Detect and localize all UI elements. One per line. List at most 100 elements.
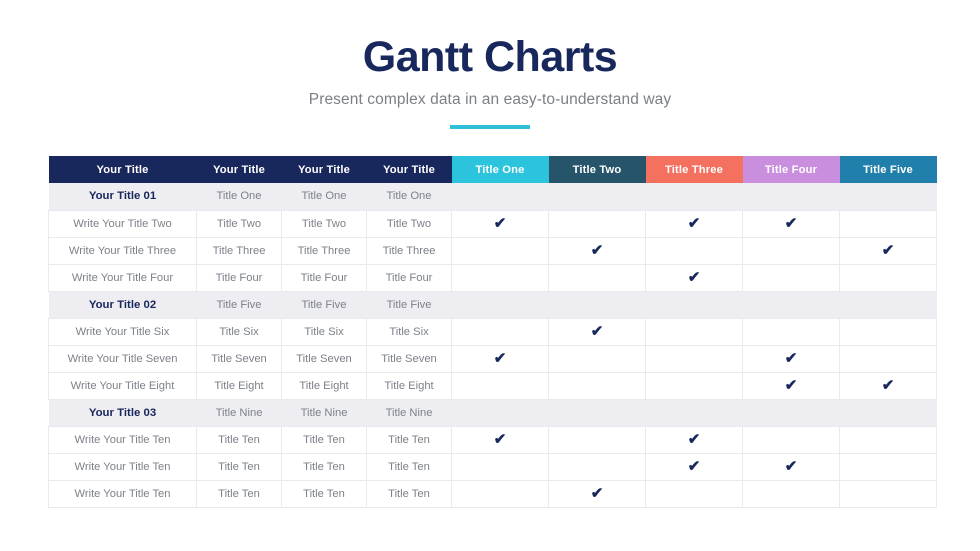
column-header-9[interactable]: Title Five [839,156,937,183]
empty-cell[interactable]: ✔ [645,291,743,319]
table-row[interactable]: Write Your Title Seven Title Seven Title S… [48,345,937,373]
empty-cell[interactable]: ✔ [548,345,646,373]
slide-root: Gantt Charts Present complex data in an … [0,0,980,551]
empty-cell[interactable]: ✔ [645,399,743,427]
empty-cell[interactable]: ✔ [839,399,937,427]
empty-cell[interactable]: ✔ [742,183,840,211]
checkmark-cell[interactable]: ✔ [645,426,743,454]
empty-cell[interactable]: ✔ [742,318,840,346]
column-header-8[interactable]: Title Four [742,156,840,183]
empty-cell[interactable]: ✔ [839,453,937,481]
checkmark-cell[interactable]: ✔ [548,318,646,346]
empty-cell[interactable]: ✔ [839,291,937,319]
check-icon: ✔ [590,242,604,259]
checkmark-cell[interactable]: ✔ [839,372,937,400]
check-icon: ✔ [784,215,798,232]
empty-cell[interactable]: ✔ [645,480,743,508]
group-label: Your Title 03 [48,399,197,427]
empty-cell[interactable]: ✔ [645,183,743,211]
checkmark-cell[interactable]: ✔ [645,453,743,481]
empty-cell[interactable]: ✔ [548,399,646,427]
empty-cell[interactable]: ✔ [742,237,840,265]
table-row[interactable]: Write Your Title Ten Title Ten Title Ten Ti… [48,426,937,454]
empty-cell[interactable]: ✔ [548,210,646,238]
empty-cell[interactable]: ✔ [548,183,646,211]
table-group-row[interactable]: Your Title 02 Title Five Title Five Title F… [48,291,937,319]
row-text-cell: Title One [196,183,282,211]
empty-cell[interactable]: ✔ [645,345,743,373]
empty-cell[interactable]: ✔ [839,480,937,508]
checkmark-cell[interactable]: ✔ [839,237,937,265]
empty-cell[interactable]: ✔ [839,318,937,346]
empty-cell[interactable]: ✔ [742,426,840,454]
checkmark-cell[interactable]: ✔ [548,480,646,508]
checkmark-cell[interactable]: ✔ [645,264,743,292]
column-header-4[interactable]: Your Title [366,156,452,183]
column-header-2[interactable]: Your Title [196,156,282,183]
empty-cell[interactable]: ✔ [839,426,937,454]
checkmark-cell[interactable]: ✔ [451,426,549,454]
checkmark-cell[interactable]: ✔ [548,237,646,265]
checkmark-cell[interactable]: ✔ [742,345,840,373]
empty-cell[interactable]: ✔ [548,372,646,400]
gantt-table: Your Title Your Title Your Title Your Title… [48,156,937,508]
empty-cell[interactable]: ✔ [742,264,840,292]
table-group-row[interactable]: Your Title 03 Title Nine Title Nine Title N… [48,399,937,427]
empty-cell[interactable]: ✔ [742,480,840,508]
empty-cell[interactable]: ✔ [451,291,549,319]
table-group-row[interactable]: Your Title 01 Title One Title One Title One… [48,183,937,211]
table-row[interactable]: Write Your Title Two Title Two Title Two Ti… [48,210,937,238]
empty-cell[interactable]: ✔ [645,237,743,265]
check-icon: ✔ [687,458,701,475]
empty-cell[interactable]: ✔ [451,453,549,481]
empty-cell[interactable]: ✔ [839,210,937,238]
empty-cell[interactable]: ✔ [839,345,937,373]
empty-cell[interactable]: ✔ [645,318,743,346]
row-text-cell: Title Six [366,318,452,346]
row-text-cell: Title One [281,183,367,211]
checkmark-cell[interactable]: ✔ [742,453,840,481]
empty-cell[interactable]: ✔ [451,399,549,427]
column-header-6[interactable]: Title Two [548,156,646,183]
row-text-cell: Title Four [366,264,452,292]
empty-cell[interactable]: ✔ [548,453,646,481]
table-row[interactable]: Write Your Title Six Title Six Title Six Ti… [48,318,937,346]
empty-cell[interactable]: ✔ [548,426,646,454]
empty-cell[interactable]: ✔ [548,291,646,319]
column-header-7[interactable]: Title Three [645,156,743,183]
table-row[interactable]: Write Your Title Eight Title Eight Title E… [48,372,937,400]
check-icon: ✔ [784,350,798,367]
empty-cell[interactable]: ✔ [451,318,549,346]
column-header-1[interactable]: Your Title [48,156,197,183]
table-row[interactable]: Write Your Title Ten Title Ten Title Ten Ti… [48,453,937,481]
table-row[interactable]: Write Your Title Three Title Three Title T… [48,237,937,265]
empty-cell[interactable]: ✔ [839,264,937,292]
checkmark-cell[interactable]: ✔ [645,210,743,238]
empty-cell[interactable]: ✔ [645,372,743,400]
column-header-5[interactable]: Title One [451,156,549,183]
table-row[interactable]: Write Your Title Four Title Four Title Fou… [48,264,937,292]
empty-cell[interactable]: ✔ [451,264,549,292]
row-text-cell: Title Eight [281,372,367,400]
checkmark-cell[interactable]: ✔ [451,345,549,373]
check-icon: ✔ [687,215,701,232]
table-header: Your Title Your Title Your Title Your Title… [48,156,937,183]
empty-cell[interactable]: ✔ [839,183,937,211]
column-header-3[interactable]: Your Title [281,156,367,183]
empty-cell[interactable]: ✔ [451,372,549,400]
empty-cell[interactable]: ✔ [548,264,646,292]
checkmark-cell[interactable]: ✔ [742,210,840,238]
checkmark-cell[interactable]: ✔ [742,372,840,400]
empty-cell[interactable]: ✔ [451,183,549,211]
table-row[interactable]: Write Your Title Ten Title Ten Title Ten Ti… [48,480,937,508]
row-text-cell: Title Ten [366,426,452,454]
empty-cell[interactable]: ✔ [742,399,840,427]
checkmark-cell[interactable]: ✔ [451,210,549,238]
row-text-cell: Title Nine [281,399,367,427]
check-icon: ✔ [687,269,701,286]
empty-cell[interactable]: ✔ [451,237,549,265]
empty-cell[interactable]: ✔ [451,480,549,508]
row-text-cell: Title Nine [366,399,452,427]
row-text-cell: Title One [366,183,452,211]
empty-cell[interactable]: ✔ [742,291,840,319]
